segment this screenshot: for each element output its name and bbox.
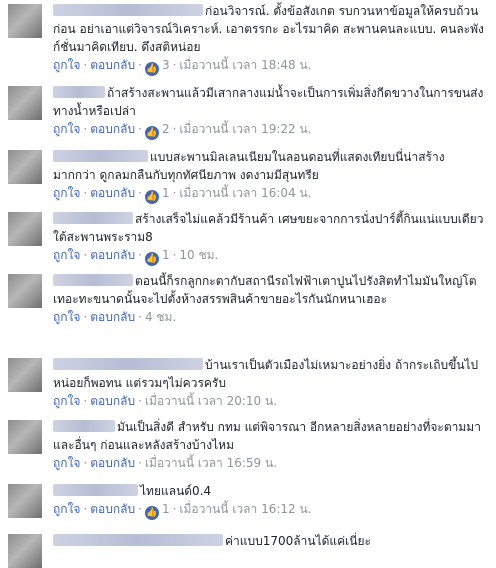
separator: · bbox=[138, 186, 142, 200]
separator: · bbox=[138, 310, 142, 324]
separator: · bbox=[172, 58, 177, 72]
separator: · bbox=[138, 394, 142, 408]
separator: · bbox=[138, 58, 142, 72]
like-count[interactable]: 1 bbox=[162, 248, 170, 262]
avatar[interactable] bbox=[8, 420, 42, 454]
separator: · bbox=[83, 394, 88, 408]
commenter-name[interactable] bbox=[53, 4, 203, 16]
commenter-name[interactable] bbox=[53, 86, 105, 98]
like-button[interactable]: ถูกใจ bbox=[53, 394, 80, 408]
avatar[interactable] bbox=[8, 484, 42, 518]
separator: · bbox=[83, 122, 88, 136]
separator: · bbox=[83, 456, 88, 470]
comment-actions: ถูกใจ · ตอบกลับ · เมื่อวานนี้ เวลา 16:59 น. bbox=[53, 455, 486, 471]
separator: · bbox=[138, 502, 142, 516]
comment-text: มันเป็นสิ่งดี สำหรับ กทม แต่พิจารณา อีกห… bbox=[53, 420, 481, 452]
commenter-name[interactable] bbox=[53, 484, 138, 496]
comment-body: สร้างเสร็จไม่แคล้วมีร้านค้า เศษขยะจากการ… bbox=[53, 210, 486, 246]
comment-actions: ถูกใจ · ตอบกลับ · 👍 3 · เมื่อวานนี้ เวลา 18:48 … bbox=[53, 57, 486, 76]
like-count[interactable]: 1 bbox=[162, 502, 170, 516]
reply-button[interactable]: ตอบกลับ bbox=[90, 394, 135, 408]
thumbs-up-icon: 👍 bbox=[144, 252, 159, 266]
timestamp[interactable]: เมื่อวานนี้ เวลา 16:04 น. bbox=[179, 186, 311, 200]
comment-feed: ก่อนวิจารณ์. ตั้งข้อสังเกต รบกวนหาข้อมูล… bbox=[0, 0, 496, 568]
like-button[interactable]: ถูกใจ bbox=[53, 456, 80, 470]
comment-text: ค่าแบบ1700ล้านได้แค่เนี่ยะ bbox=[225, 534, 371, 548]
commenter-name[interactable] bbox=[53, 534, 223, 546]
separator: · bbox=[172, 122, 177, 136]
commenter-name[interactable] bbox=[53, 212, 133, 224]
comment-body: ไทยแลนด์0.4 bbox=[53, 482, 486, 500]
thumbs-up-icon: 👍 bbox=[144, 190, 159, 204]
separator: · bbox=[172, 186, 177, 200]
like-button[interactable]: ถูกใจ bbox=[53, 248, 80, 262]
reply-button[interactable]: ตอบกลับ bbox=[90, 186, 135, 200]
comment-actions: ถูกใจ · ตอบกลับ · เมื่อวานนี้ เวลา 20:10 น. bbox=[53, 393, 486, 409]
separator: · bbox=[138, 456, 142, 470]
commenter-name[interactable] bbox=[53, 150, 148, 162]
like-count[interactable]: 2 bbox=[162, 122, 170, 136]
like-button[interactable]: ถูกใจ bbox=[53, 310, 80, 324]
thumbs-up-icon: 👍 bbox=[144, 62, 159, 76]
timestamp[interactable]: เมื่อวานนี้ เวลา 19:22 น. bbox=[179, 122, 311, 136]
like-count[interactable]: 3 bbox=[162, 58, 170, 72]
reply-button[interactable]: ตอบกลับ bbox=[90, 122, 135, 136]
comment-actions: ถูกใจ · ตอบกลับ · 👍 2 · เมื่อวานนี้ เวลา 19:22 … bbox=[53, 121, 486, 140]
comment-body: แบบสะพานมิลเลนเนียมในลอนดอนที่แสดงเทียบน… bbox=[53, 148, 486, 184]
avatar[interactable] bbox=[8, 150, 42, 184]
commenter-name[interactable] bbox=[53, 358, 203, 370]
timestamp[interactable]: 4 ชม. bbox=[145, 310, 176, 324]
like-button[interactable]: ถูกใจ bbox=[53, 122, 80, 136]
avatar[interactable] bbox=[8, 274, 42, 308]
thumbs-up-icon: 👍 bbox=[144, 126, 159, 140]
thumbs-up-icon: 👍 bbox=[144, 506, 159, 520]
comment-actions: ถูกใจ · ตอบกลับ · 👍 1 · เมื่อวานนี้ เวลา 16:12 … bbox=[53, 501, 486, 520]
like-button[interactable]: ถูกใจ bbox=[53, 502, 80, 516]
separator: · bbox=[172, 248, 177, 262]
separator: · bbox=[138, 248, 142, 262]
comment-body: มันเป็นสิ่งดี สำหรับ กทม แต่พิจารณา อีกห… bbox=[53, 418, 486, 454]
separator: · bbox=[83, 248, 88, 262]
timestamp[interactable]: เมื่อวานนี้ เวลา 20:10 น. bbox=[145, 394, 277, 408]
like-button[interactable]: ถูกใจ bbox=[53, 58, 80, 72]
timestamp[interactable]: เมื่อวานนี้ เวลา 18:48 น. bbox=[179, 58, 311, 72]
timestamp[interactable]: เมื่อวานนี้ เวลา 16:59 น. bbox=[145, 456, 277, 470]
avatar[interactable] bbox=[8, 4, 42, 38]
separator: · bbox=[83, 186, 88, 200]
separator: · bbox=[138, 122, 142, 136]
reply-button[interactable]: ตอบกลับ bbox=[90, 502, 135, 516]
separator: · bbox=[83, 310, 88, 324]
reply-button[interactable]: ตอบกลับ bbox=[90, 248, 135, 262]
timestamp[interactable]: 10 ชม. bbox=[179, 248, 218, 262]
avatar[interactable] bbox=[8, 212, 42, 246]
comment-body: ค่าแบบ1700ล้านได้แค่เนี่ยะ bbox=[53, 532, 486, 550]
separator: · bbox=[172, 502, 177, 516]
comment-actions: ถูกใจ · ตอบกลับ · 4 ชม. bbox=[53, 309, 486, 325]
comment-text: ไทยแลนด์0.4 bbox=[140, 484, 212, 498]
reply-button[interactable]: ตอบกลับ bbox=[90, 58, 135, 72]
comment-body: ตอนนี้ก็รกลูกกะตากับสถานีรถไฟฟ้าเตาปูนไป… bbox=[53, 272, 486, 308]
comment-actions: ถูกใจ · ตอบกลับ · 👍 1 · เมื่อวานนี้ เวลา 16:04 … bbox=[53, 185, 486, 204]
reply-button[interactable]: ตอบกลับ bbox=[90, 456, 135, 470]
comment-text: ถ้าสร้างสะพานแล้วมีเสากลางแม่น้ำจะเป็นกา… bbox=[53, 86, 484, 118]
separator: · bbox=[83, 502, 88, 516]
commenter-name[interactable] bbox=[53, 274, 133, 286]
comment-body: ถ้าสร้างสะพานแล้วมีเสากลางแม่น้ำจะเป็นกา… bbox=[53, 84, 486, 120]
comment-body: ก่อนวิจารณ์. ตั้งข้อสังเกต รบกวนหาข้อมูล… bbox=[53, 2, 486, 56]
commenter-name[interactable] bbox=[53, 420, 115, 432]
avatar[interactable] bbox=[8, 358, 42, 392]
like-count[interactable]: 1 bbox=[162, 186, 170, 200]
separator: · bbox=[83, 58, 88, 72]
timestamp[interactable]: เมื่อวานนี้ เวลา 16:12 น. bbox=[179, 502, 311, 516]
comment-actions: ถูกใจ · ตอบกลับ · 👍 1 · 10 ชม. bbox=[53, 247, 486, 266]
like-button[interactable]: ถูกใจ bbox=[53, 186, 80, 200]
avatar[interactable] bbox=[8, 86, 42, 120]
reply-button[interactable]: ตอบกลับ bbox=[90, 310, 135, 324]
comment-body: บ้านเราเป็นตัวเมืองไม่เหมาะอย่างยิ่ง ถ้า… bbox=[53, 356, 486, 392]
